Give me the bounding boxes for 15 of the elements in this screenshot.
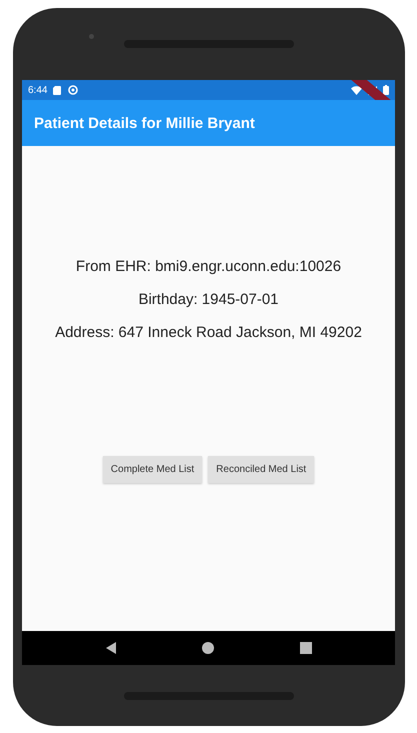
home-icon[interactable]	[201, 641, 216, 655]
app-bar-title: Patient Details for Millie Bryant	[34, 114, 255, 132]
status-time: 6:44	[28, 84, 48, 96]
detail-text: Birthday: 1945-07-01	[138, 291, 279, 308]
detail-text: Address: 647 Inneck Road Jackson, MI 49202	[55, 324, 362, 341]
sync-icon	[68, 85, 78, 95]
med-list-button[interactable]: Reconciled Med List	[208, 456, 314, 483]
back-icon[interactable]	[104, 641, 118, 655]
med-list-button[interactable]: Complete Med List	[102, 456, 202, 483]
battery-icon	[383, 85, 389, 95]
detail-text: From EHR: bmi9.engr.uconn.edu:10026	[76, 258, 342, 275]
camera-icon	[88, 34, 94, 39]
wifi-icon	[351, 86, 362, 94]
sd-card-icon	[53, 86, 62, 94]
recents-icon[interactable]	[299, 641, 314, 655]
